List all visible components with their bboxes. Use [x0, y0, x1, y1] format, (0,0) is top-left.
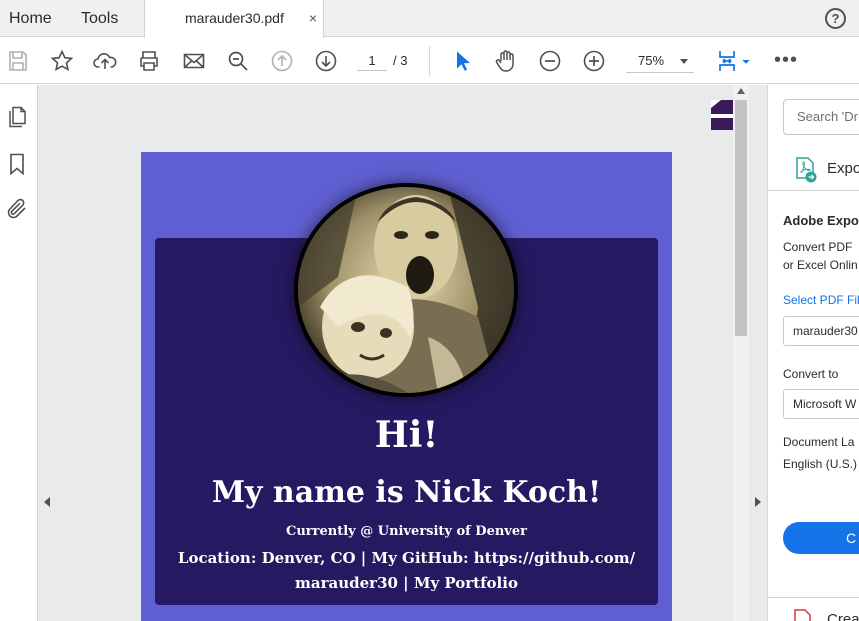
location-line-1: Location: Denver, CO | My GitHub: https:… [177, 549, 636, 567]
hand-tool-icon[interactable] [493, 48, 519, 74]
export-description-line-2: or Excel Onlin [783, 258, 858, 272]
tools-search-input[interactable]: Search 'Dr [783, 99, 859, 135]
fit-page-icon[interactable] [716, 48, 752, 74]
attachments-icon[interactable] [5, 197, 29, 221]
toolbar: 1 / 3 75% ••• [0, 38, 859, 84]
more-icon[interactable]: ••• [774, 48, 798, 72]
tab-home[interactable]: Home [9, 0, 52, 37]
export-pdf-icon [796, 157, 817, 183]
zoom-level-value: 75% [638, 53, 665, 68]
page-number-input[interactable]: 1 [357, 51, 387, 71]
document-language-value[interactable]: English (U.S.) [783, 457, 857, 471]
profile-photo [294, 183, 518, 397]
tab-tools[interactable]: Tools [81, 0, 118, 37]
location-line-2: marauder30 | My Portfolio [295, 574, 518, 592]
create-pdf-icon [794, 609, 811, 621]
tools-pane: Search 'Dr Expo Adobe Expo Convert PDF o… [767, 85, 859, 621]
export-pdf-tool[interactable]: Expo [827, 160, 859, 177]
convert-button[interactable]: C [783, 522, 859, 554]
upload-cloud-icon[interactable] [92, 48, 118, 74]
print-icon[interactable] [136, 48, 162, 74]
toolbar-divider [429, 46, 430, 76]
page-up-icon[interactable] [269, 48, 295, 74]
bookmarks-icon[interactable] [5, 152, 29, 176]
greeting-heading: Hi! [374, 414, 439, 456]
scrollbar-thumb[interactable] [735, 100, 747, 336]
export-heading: Adobe Expo [783, 213, 859, 228]
zoom-level-dropdown[interactable]: 75% [626, 51, 694, 73]
document-tab-title: marauder30.pdf [185, 10, 284, 26]
zoom-in-icon[interactable] [581, 48, 607, 74]
create-pdf-tool[interactable]: Crea [827, 611, 859, 621]
location-and-links: Location: Denver, CO | My GitHub: https:… [141, 546, 672, 596]
left-navigation-pane [0, 85, 38, 621]
chevron-down-icon [680, 59, 688, 64]
page-total: / 3 [393, 53, 408, 68]
current-employment: Currently @ University of Denver [286, 524, 527, 539]
vertical-scrollbar[interactable] [733, 85, 749, 621]
tab-bar: Home Tools marauder30.pdf × ? [0, 0, 859, 38]
convert-to-label: Convert to [783, 367, 839, 381]
page-thumbnails-icon[interactable] [5, 105, 29, 129]
corner-logo-icon [711, 100, 733, 130]
select-cursor-icon[interactable] [449, 48, 475, 74]
close-icon[interactable]: × [309, 0, 317, 37]
document-language-label: Document La [783, 435, 855, 449]
selected-file-field[interactable]: marauder30 [783, 316, 859, 346]
previous-page-arrow-icon[interactable] [44, 497, 50, 507]
zoom-search-icon[interactable] [225, 48, 251, 74]
save-icon[interactable] [5, 48, 31, 74]
page-down-icon[interactable] [313, 48, 339, 74]
help-icon[interactable]: ? [825, 8, 846, 29]
email-icon[interactable] [181, 48, 207, 74]
scroll-up-arrow-icon[interactable] [737, 88, 745, 94]
zoom-out-icon[interactable] [537, 48, 563, 74]
export-description-line-1: Convert PDF [783, 240, 853, 254]
panel-divider-bottom [768, 597, 859, 598]
name-heading: My name is Nick Koch! [211, 475, 602, 510]
next-page-arrow-icon[interactable] [755, 497, 761, 507]
tab-document[interactable]: marauder30.pdf × [144, 0, 324, 38]
profile-photo-image [298, 187, 514, 393]
bookmark-star-icon[interactable] [49, 48, 75, 74]
panel-divider [768, 190, 859, 191]
convert-to-select[interactable]: Microsoft W [783, 389, 859, 419]
select-pdf-file-link[interactable]: Select PDF Fil [783, 293, 859, 307]
